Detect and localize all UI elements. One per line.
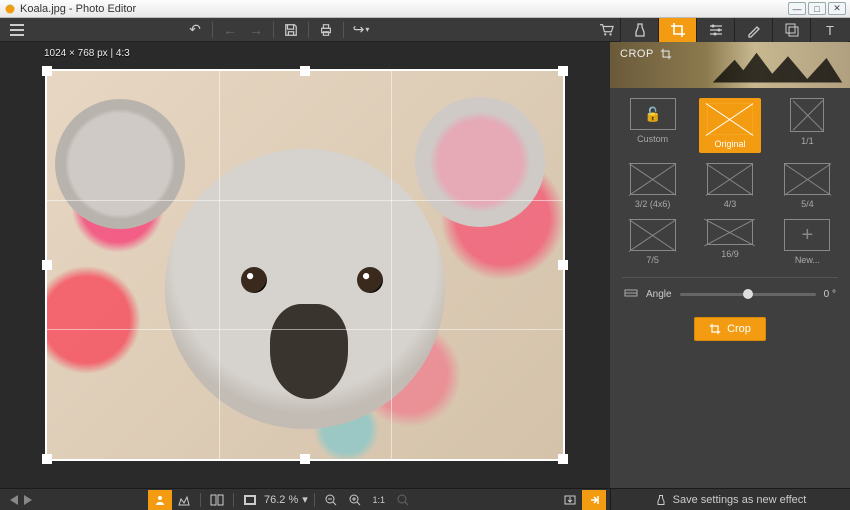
angle-slider[interactable] [680, 293, 816, 296]
zoom-100-button[interactable]: 1:1 [367, 490, 391, 510]
panel-header-art [704, 44, 844, 86]
crop-title-icon [660, 48, 672, 63]
print-button[interactable] [313, 18, 339, 42]
angle-thumb[interactable] [743, 289, 753, 299]
ratio-original[interactable]: Original [699, 98, 761, 153]
export-button[interactable]: ↪▾ [348, 18, 374, 42]
ratio-label: 4/3 [724, 199, 737, 209]
plus-icon: + [801, 225, 813, 245]
ratio-16-9[interactable]: 16/9 [699, 219, 761, 265]
crop-handle-n[interactable] [300, 66, 310, 76]
ratio-custom[interactable]: 🔓 Custom [622, 98, 684, 153]
ratio-label: 3/2 (4x6) [635, 199, 671, 209]
ratio-label: 7/5 [646, 255, 659, 265]
window-minimize-button[interactable]: — [788, 2, 806, 15]
zoom-fit-button[interactable] [238, 490, 262, 510]
save-button[interactable] [278, 18, 304, 42]
mode-tabs: T [620, 18, 848, 42]
window-close-button[interactable]: ✕ [828, 2, 846, 15]
ratio-label: 16/9 [721, 249, 739, 259]
undo-button[interactable]: ↶ [182, 18, 208, 42]
crop-panel: CROP 🔓 Custom Original 1/1 [610, 42, 850, 488]
panel-title: CROP [620, 48, 654, 60]
import-button[interactable] [558, 490, 582, 510]
flask-icon [655, 494, 667, 506]
crop-handle-e[interactable] [558, 260, 568, 270]
portrait-mode-button[interactable] [148, 490, 172, 510]
ratio-7-5[interactable]: 7/5 [622, 219, 684, 265]
ratio-label: 5/4 [801, 199, 814, 209]
angle-row: Angle 0 ° [620, 288, 840, 301]
tab-overlay[interactable] [772, 18, 810, 42]
panel-header: CROP [610, 42, 850, 88]
ratio-5-4[interactable]: 5/4 [776, 163, 838, 209]
svg-text:T: T [826, 23, 834, 38]
ratio-label: New... [795, 255, 820, 265]
window-maximize-button[interactable]: □ [808, 2, 826, 15]
crop-handle-s[interactable] [300, 454, 310, 464]
canvas-area: 1024 × 768 px | 4:3 [0, 42, 610, 488]
crop-button[interactable]: Crop [694, 317, 766, 341]
zoom-dropdown-icon[interactable]: ▾ [300, 493, 310, 506]
angle-value: 0 ° [824, 289, 836, 300]
zoom-value: 76.2 % [262, 494, 300, 506]
nav-arrows [4, 495, 38, 505]
histogram-button[interactable] [172, 490, 196, 510]
window-titlebar: Koala.jpg - Photo Editor — □ ✕ [0, 0, 850, 18]
tab-crop[interactable] [658, 18, 696, 42]
next-image-button[interactable] [24, 495, 32, 505]
dimensions-label: 1024 × 768 px | 4:3 [44, 48, 130, 59]
crop-handle-sw[interactable] [42, 454, 52, 464]
prev-image-button[interactable] [10, 495, 18, 505]
ratio-label: Custom [637, 134, 668, 144]
crop-button-label: Crop [727, 323, 751, 335]
save-effect-label: Save settings as new effect [673, 494, 807, 506]
unlock-icon: 🔓 [644, 106, 661, 123]
app-icon [4, 3, 16, 15]
cart-button[interactable] [594, 18, 620, 42]
ratio-4-3[interactable]: 4/3 [699, 163, 761, 209]
crop-handle-w[interactable] [42, 260, 52, 270]
zoom-out-button[interactable] [319, 490, 343, 510]
tab-retouch[interactable] [734, 18, 772, 42]
ratio-1-1[interactable]: 1/1 [776, 98, 838, 153]
tab-text[interactable]: T [810, 18, 848, 42]
ratio-grid: 🔓 Custom Original 1/1 3/2 (4x6) 4 [620, 98, 840, 265]
crop-icon [709, 323, 721, 335]
ratio-label: 1/1 [801, 136, 814, 146]
ratio-label: Original [714, 139, 745, 149]
crop-handle-ne[interactable] [558, 66, 568, 76]
tab-effects[interactable] [620, 18, 658, 42]
crop-handle-nw[interactable] [42, 66, 52, 76]
zoom-selection-button[interactable] [391, 490, 415, 510]
back-button[interactable]: ← [217, 18, 243, 42]
ratio-new[interactable]: + New... [776, 219, 838, 265]
photo [45, 69, 565, 461]
top-toolbar: ↶ ← → ↪▾ T [0, 18, 850, 42]
angle-icon [624, 288, 638, 301]
forward-button[interactable]: → [243, 18, 269, 42]
crop-handle-se[interactable] [558, 454, 568, 464]
menu-button[interactable] [2, 18, 32, 42]
zoom-in-button[interactable] [343, 490, 367, 510]
angle-label: Angle [646, 289, 672, 300]
image-canvas[interactable] [45, 69, 565, 461]
save-effect-button[interactable]: Save settings as new effect [610, 489, 850, 510]
ratio-3-2[interactable]: 3/2 (4x6) [622, 163, 684, 209]
apply-close-button[interactable] [582, 490, 606, 510]
bottom-bar: 76.2 % ▾ 1:1 Save settings as new effect [0, 488, 850, 510]
tab-adjust[interactable] [696, 18, 734, 42]
window-title: Koala.jpg - Photo Editor [20, 3, 136, 15]
compare-button[interactable] [205, 490, 229, 510]
